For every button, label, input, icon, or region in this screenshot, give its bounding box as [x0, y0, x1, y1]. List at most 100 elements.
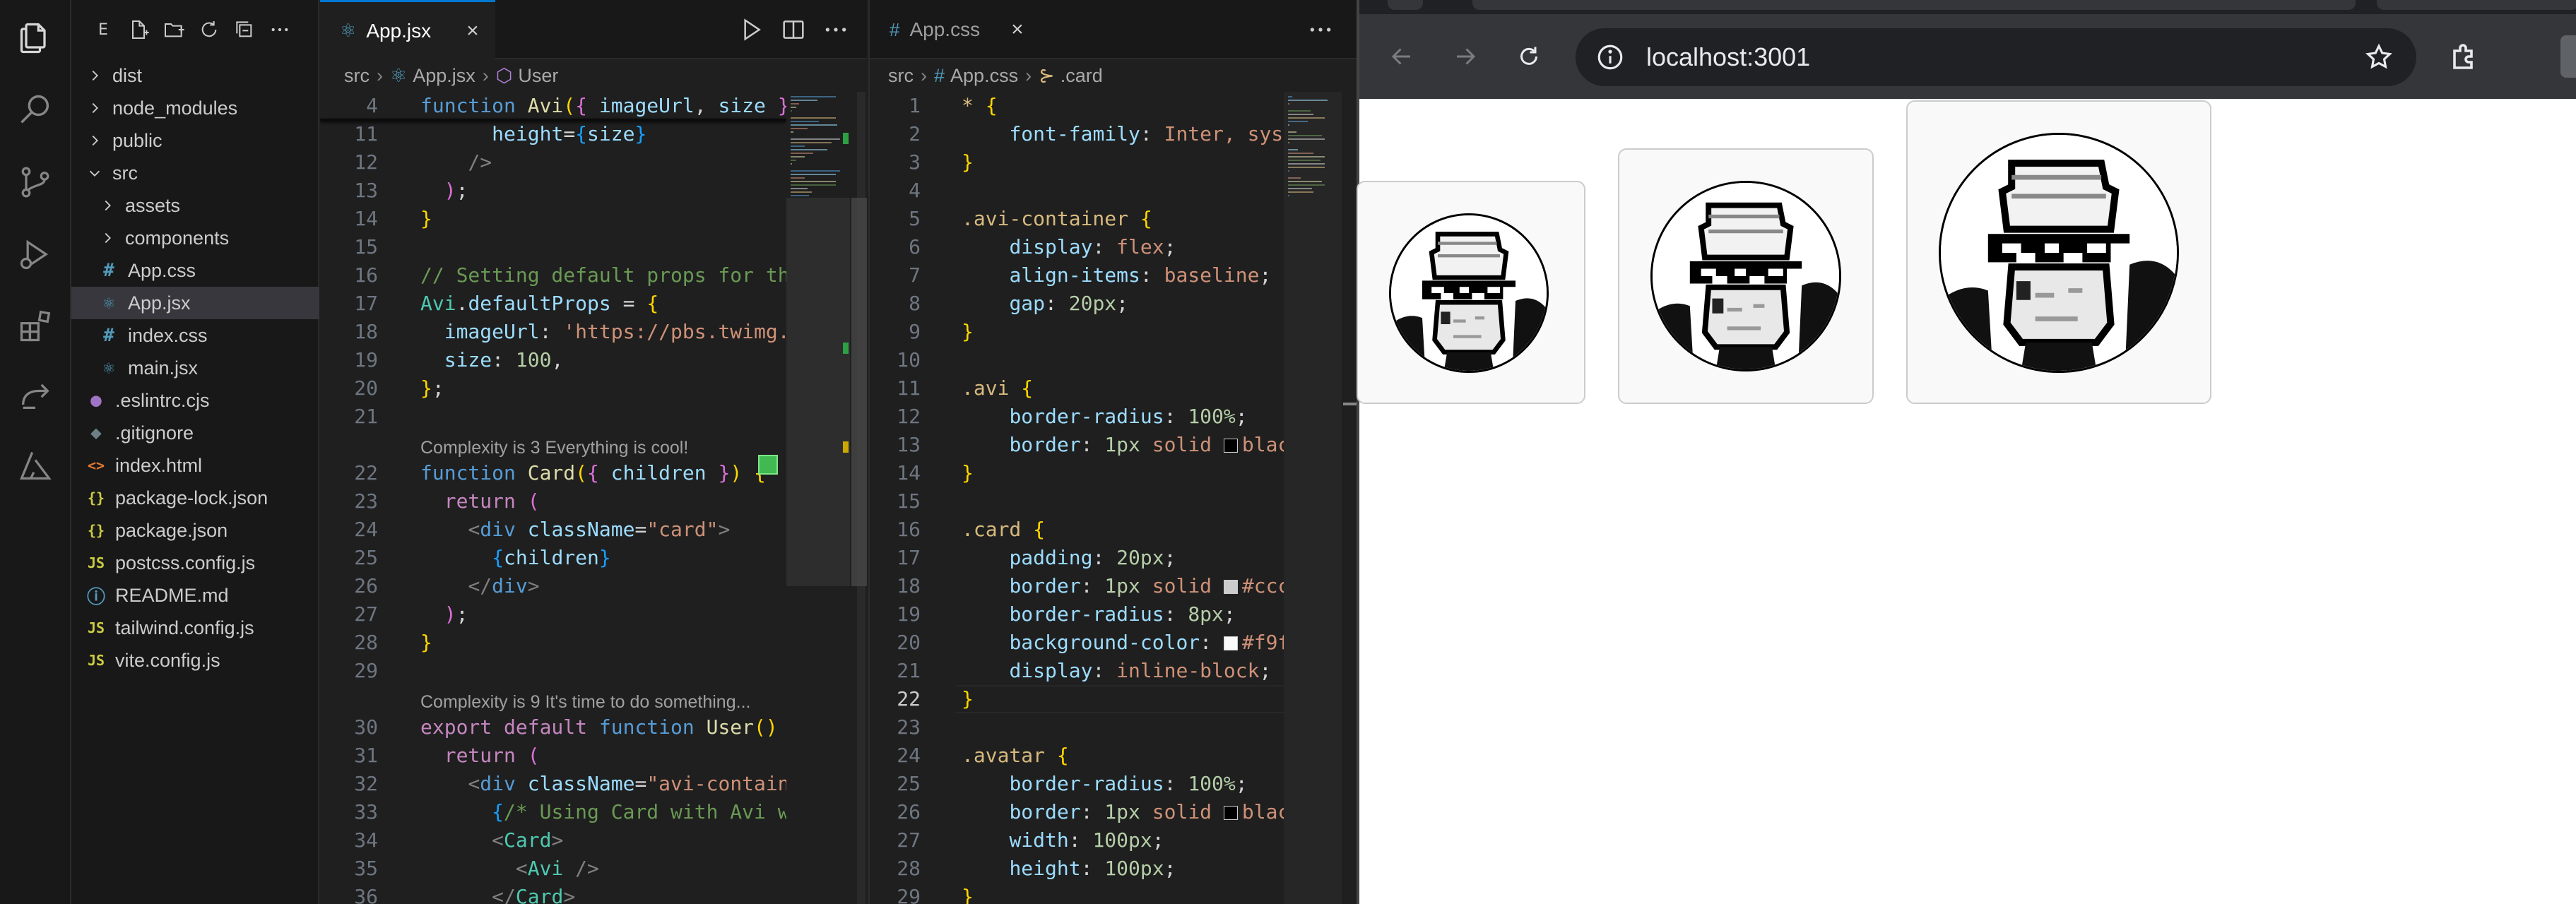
tree-item[interactable]: ◆ .gitignore	[71, 417, 319, 449]
line-number: 22	[897, 687, 921, 710]
color-swatch[interactable]	[1223, 580, 1238, 594]
breadcrumb-item[interactable]: App.jsx	[413, 65, 475, 87]
tree-item[interactable]: JS tailwind.config.js	[71, 612, 319, 644]
minimap-left[interactable]	[786, 92, 867, 904]
avatar-image	[1650, 181, 1841, 371]
more-actions-icon[interactable]	[264, 13, 296, 46]
line-number: 2	[909, 122, 921, 145]
source-control-icon[interactable]	[14, 161, 57, 203]
browser-tab[interactable]	[2377, 0, 2576, 10]
line-number: 28	[354, 631, 378, 654]
browser-tab[interactable]	[1388, 0, 1423, 10]
files-icon[interactable]	[14, 17, 57, 59]
forward-icon[interactable]	[1450, 41, 1481, 72]
tree-item[interactable]: assets	[71, 189, 319, 222]
tree-item[interactable]: components	[71, 222, 319, 254]
react-file-icon: ⚛	[103, 357, 114, 379]
avatar-graphic	[1653, 183, 1839, 369]
tab-app-css[interactable]: # App.css ×	[870, 0, 1045, 59]
color-swatch[interactable]	[1223, 806, 1238, 820]
line-number: 17	[897, 546, 921, 569]
breadcrumb-item[interactable]: src	[888, 65, 914, 87]
git-file-icon: ◆	[90, 422, 102, 444]
line-number: 21	[354, 405, 378, 428]
tree-item[interactable]: ● .eslintrc.cjs	[71, 384, 319, 417]
bookmark-star-icon[interactable]	[2364, 42, 2394, 72]
code-editor-left[interactable]: 4 function Avi({ imageUrl, size }) 11 heig…	[320, 92, 786, 904]
code-editor-right[interactable]: 1 * {2 font-family: Inter, syst 3} 4 5 .avi-c…	[870, 92, 1284, 904]
reload-icon[interactable]	[1513, 41, 1544, 72]
side-panel-button[interactable]	[2560, 35, 2576, 78]
js-file-icon: JS	[87, 652, 105, 669]
azure-icon[interactable]	[14, 445, 57, 487]
breadcrumb-item[interactable]: App.css	[950, 65, 1018, 87]
line-number: 12	[354, 150, 378, 174]
split-editor-icon[interactable]	[779, 16, 808, 44]
more-actions-icon[interactable]	[1306, 16, 1335, 44]
tree-item[interactable]: {} package.json	[71, 514, 319, 547]
tree-item[interactable]: dist	[71, 59, 319, 92]
tree-item[interactable]: ⚛ main.jsx	[71, 352, 319, 384]
line-number: 28	[897, 857, 921, 880]
code-line: <Avi />	[515, 857, 599, 880]
breadcrumb-item[interactable]: .card	[1060, 65, 1103, 87]
close-icon[interactable]: ×	[1011, 18, 1024, 42]
tree-item-label: vite.config.js	[115, 649, 220, 671]
extensions-icon[interactable]	[14, 305, 57, 347]
close-icon[interactable]: ×	[466, 19, 479, 43]
address-bar[interactable]: localhost:3001	[1576, 28, 2416, 86]
scrollbar-thumb[interactable]	[851, 198, 867, 586]
tree-item[interactable]: {} package-lock.json	[71, 482, 319, 514]
tree-item-label: index.css	[128, 324, 208, 346]
codelens[interactable]: Complexity is 3 Everything is cool!	[420, 435, 688, 460]
line-number: 20	[354, 376, 378, 400]
browser-tab[interactable]	[1472, 0, 2356, 10]
extensions-puzzle-icon[interactable]	[2447, 40, 2481, 73]
url-text[interactable]: localhost:3001	[1646, 42, 1810, 72]
eslint-file-icon: ●	[90, 390, 102, 411]
remote-explorer-icon[interactable]	[14, 374, 57, 417]
tree-item[interactable]: ⚛ App.jsx	[71, 287, 319, 319]
tree-item[interactable]: # index.css	[71, 319, 319, 352]
site-info-icon[interactable]	[1595, 42, 1625, 72]
code-line: gap: 20px;	[1009, 292, 1129, 315]
line-number: 4	[909, 179, 921, 202]
tree-item[interactable]: public	[71, 124, 319, 157]
scrollbar-marker	[1343, 403, 1357, 405]
tree-item[interactable]: ⓘ README.md	[71, 579, 319, 612]
tree-item[interactable]: JS vite.config.js	[71, 644, 319, 677]
line-number: 18	[897, 574, 921, 597]
collapse-all-icon[interactable]	[228, 13, 261, 46]
line-number: 12	[897, 405, 921, 428]
tree-item[interactable]: node_modules	[71, 92, 319, 124]
html-file-icon: <>	[87, 457, 105, 474]
breadcrumb-item[interactable]: src	[344, 65, 370, 87]
json-file-icon: {}	[87, 522, 105, 539]
breadcrumb-item[interactable]: User	[518, 65, 558, 87]
color-swatch[interactable]	[1223, 636, 1238, 650]
tree-item[interactable]: JS postcss.config.js	[71, 547, 319, 579]
tree-item[interactable]: # App.css	[71, 254, 319, 287]
codelens[interactable]: Complexity is 9 It's time to do somethin…	[420, 689, 750, 715]
search-icon[interactable]	[14, 89, 57, 131]
editor-group-left: ⚛ App.jsx × src › ⚛ App.jsx › ⬡ User 4 fu…	[320, 0, 867, 904]
run-icon[interactable]	[737, 16, 765, 44]
code-line: padding: 20px;	[1009, 546, 1176, 569]
new-folder-icon[interactable]	[158, 13, 190, 46]
code-line: imageUrl: 'https://pbs.twimg.co	[444, 320, 786, 343]
tree-item[interactable]: src	[71, 157, 319, 189]
run-debug-icon[interactable]	[14, 233, 57, 275]
minimap-right[interactable]	[1284, 92, 1357, 904]
line-number: 25	[354, 546, 378, 569]
tab-app-jsx[interactable]: ⚛ App.jsx ×	[320, 0, 495, 59]
tree-item[interactable]: <> index.html	[71, 449, 319, 482]
refresh-icon[interactable]	[193, 13, 225, 46]
color-swatch[interactable]	[1223, 439, 1238, 453]
breadcrumb: src › ⚛ App.jsx › ⬡ User	[344, 59, 558, 92]
tree-item-label: src	[112, 162, 138, 184]
back-icon[interactable]	[1386, 41, 1417, 72]
new-file-icon[interactable]	[122, 13, 155, 46]
code-line: width: 100px;	[1009, 828, 1164, 852]
avatar-graphic	[1391, 215, 1547, 371]
more-actions-icon[interactable]	[822, 16, 850, 44]
